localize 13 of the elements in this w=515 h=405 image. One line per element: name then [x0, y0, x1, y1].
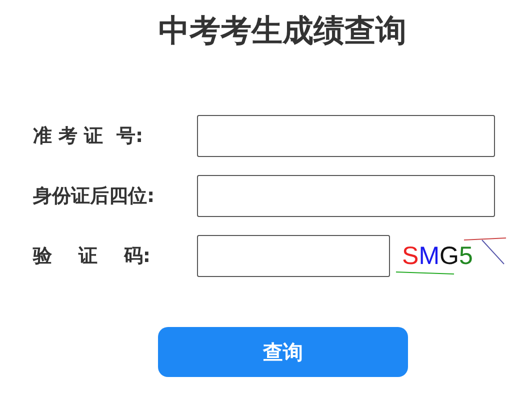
captcha-char: 5 — [458, 242, 473, 270]
input-field[interactable] — [197, 174, 495, 216]
input-field[interactable] — [197, 234, 390, 276]
captcha-char: G — [440, 242, 459, 270]
field-label: 准 考 证 号: — [33, 124, 144, 148]
captcha-char: S — [402, 242, 419, 270]
field-label: 身份证后四位: — [33, 184, 156, 208]
input-field[interactable] — [197, 114, 495, 156]
query-button[interactable]: 查询 — [158, 327, 408, 377]
field-label: 验 证 码: — [33, 244, 152, 268]
page-title: 中考考生成绩查询 — [158, 12, 406, 51]
captcha-image[interactable]: SMG5 — [394, 236, 507, 276]
captcha-char: M — [418, 242, 440, 270]
